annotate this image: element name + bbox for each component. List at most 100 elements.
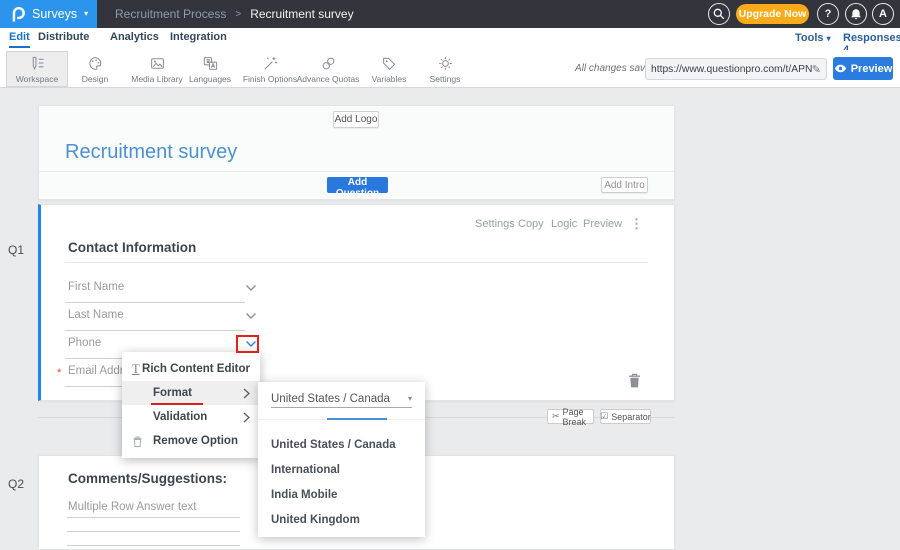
notifications-button[interactable]: [845, 3, 867, 25]
field-options-chevron-icon[interactable]: [245, 284, 257, 292]
answer-row-line: [67, 531, 240, 532]
field-context-menu: T Rich Content Editor Format Validation …: [122, 352, 260, 458]
settings-icon: [437, 55, 454, 72]
share-url-input[interactable]: [651, 64, 812, 75]
menu-item-rich-content-editor[interactable]: T Rich Content Editor: [122, 357, 260, 381]
account-avatar[interactable]: A: [872, 3, 894, 25]
chevron-down-icon: ▾: [84, 10, 88, 18]
add-intro-button[interactable]: Add Intro: [601, 177, 648, 193]
q1-heading[interactable]: Contact Information: [68, 240, 196, 255]
field-label-first-name[interactable]: First Name: [68, 281, 124, 293]
trash-icon: [132, 435, 153, 448]
format-option-united-kingdom[interactable]: United Kingdom: [258, 507, 425, 532]
upgrade-now-button[interactable]: Upgrade Now: [736, 4, 809, 24]
add-question-button[interactable]: Add Question: [327, 177, 388, 193]
q1-more-options-kebab-icon[interactable]: ⋮: [630, 216, 643, 232]
menu-item-remove-option[interactable]: Remove Option: [122, 429, 260, 453]
toolbar-tab-finish-options[interactable]: Finish Options: [239, 51, 301, 87]
toolbar-tab-design[interactable]: Design: [64, 51, 126, 87]
finish-options-icon: [262, 55, 279, 72]
question-number-q2: Q2: [8, 477, 24, 491]
toolbar-tab-languages[interactable]: Languages: [179, 51, 241, 87]
format-option-us-canada[interactable]: United States / Canada: [258, 432, 425, 457]
preview-button[interactable]: Preview: [833, 57, 893, 80]
q1-heading-divider: [65, 262, 648, 263]
advance-quotas-icon: [320, 55, 337, 72]
q2-answer-placeholder[interactable]: Multiple Row Answer text: [68, 501, 196, 513]
toolbar-tab-advance-quotas[interactable]: Advance Quotas: [297, 51, 359, 87]
checkbox-icon: ☑: [600, 411, 608, 422]
annotation-underline-format: [151, 403, 203, 406]
help-button[interactable]: ?: [817, 3, 839, 25]
variables-icon: [381, 55, 398, 72]
text-format-icon: T: [132, 363, 142, 376]
tools-menu[interactable]: Tools ▾: [795, 32, 831, 44]
page-break-button[interactable]: ✂ Page Break: [547, 409, 594, 424]
questionpro-logo-icon: [10, 5, 25, 23]
submenu-arrow-icon: [243, 412, 250, 423]
field-line: [65, 302, 245, 303]
trash-icon: [627, 372, 642, 389]
format-option-india-mobile[interactable]: India Mobile: [258, 482, 425, 507]
q1-copy-link[interactable]: Copy: [518, 218, 544, 230]
question-number-q1: Q1: [8, 243, 24, 257]
add-logo-button[interactable]: Add Logo: [333, 111, 379, 128]
media-library-icon: [149, 55, 166, 72]
answer-row-line: [67, 517, 240, 518]
q1-delete-button[interactable]: [627, 372, 642, 389]
edit-url-pencil-icon[interactable]: ✎: [812, 63, 821, 76]
nav-tab-analytics[interactable]: Analytics: [110, 31, 159, 46]
field-label-phone[interactable]: Phone: [68, 337, 101, 349]
help-icon: ?: [825, 8, 832, 20]
breadcrumb-current: Recruitment survey: [250, 7, 353, 21]
format-options-list: United States / Canada International Ind…: [258, 432, 425, 532]
field-options-chevron-icon[interactable]: [245, 312, 257, 320]
nav-tab-edit[interactable]: Edit: [9, 31, 30, 48]
select-underline: [271, 407, 412, 408]
annotation-box-phone-chevron: [236, 335, 259, 353]
workspace-icon: [29, 55, 46, 72]
header-divider: [38, 171, 675, 172]
product-menu-label: Surveys: [32, 7, 77, 21]
survey-title[interactable]: Recruitment survey: [65, 141, 237, 164]
field-line: [65, 330, 245, 331]
eye-icon: [834, 64, 847, 73]
toolbar-tab-variables[interactable]: Variables: [358, 51, 420, 87]
format-option-international[interactable]: International: [258, 457, 425, 482]
toolbar-tab-workspace[interactable]: Workspace: [6, 51, 68, 87]
q1-settings-link[interactable]: Settings: [475, 218, 515, 230]
share-url-box: ✎: [645, 58, 827, 80]
module-nav: Edit Distribute Analytics Integration To…: [0, 28, 900, 50]
q1-logic-link[interactable]: Logic: [551, 218, 577, 230]
format-select-value[interactable]: United States / Canada: [271, 393, 390, 405]
select-focus-indicator: [327, 418, 387, 420]
breadcrumb-parent[interactable]: Recruitment Process: [115, 7, 226, 21]
q1-preview-link[interactable]: Preview: [583, 218, 622, 230]
chevron-down-icon: ▾: [827, 34, 831, 43]
menu-item-validation[interactable]: Validation: [122, 405, 260, 429]
answer-row-line: [67, 545, 240, 546]
search-icon: [713, 8, 725, 20]
q2-heading[interactable]: Comments/Suggestions:: [68, 471, 227, 486]
nav-tab-distribute[interactable]: Distribute: [38, 31, 89, 46]
editor-toolbar: Workspace Design Media Library Languages…: [0, 50, 900, 88]
product-switcher[interactable]: Surveys ▾: [0, 0, 97, 28]
nav-tab-integration[interactable]: Integration: [170, 31, 227, 46]
search-button[interactable]: [708, 3, 730, 25]
required-asterisk: *: [57, 367, 61, 379]
languages-icon: [202, 55, 219, 72]
avatar-initial: A: [879, 8, 887, 20]
toolbar-tab-settings[interactable]: Settings: [414, 51, 476, 87]
breadcrumb-separator: >: [235, 9, 241, 20]
field-label-last-name[interactable]: Last Name: [68, 309, 124, 321]
design-icon: [87, 55, 104, 72]
format-submenu-panel: United States / Canada ▾ United States /…: [258, 382, 425, 537]
autosave-status: All changes saved: [575, 63, 656, 74]
questionpro-survey-editor: Surveys ▾ Recruitment Process > Recruitm…: [0, 0, 900, 550]
separator-button[interactable]: ☑ Separator: [600, 409, 651, 424]
scissors-icon: ✂: [552, 411, 560, 422]
menu-item-format[interactable]: Format: [122, 381, 260, 405]
select-caret-icon[interactable]: ▾: [408, 394, 412, 403]
bell-icon: [850, 8, 862, 21]
breadcrumb: Recruitment Process > Recruitment survey: [115, 7, 354, 21]
